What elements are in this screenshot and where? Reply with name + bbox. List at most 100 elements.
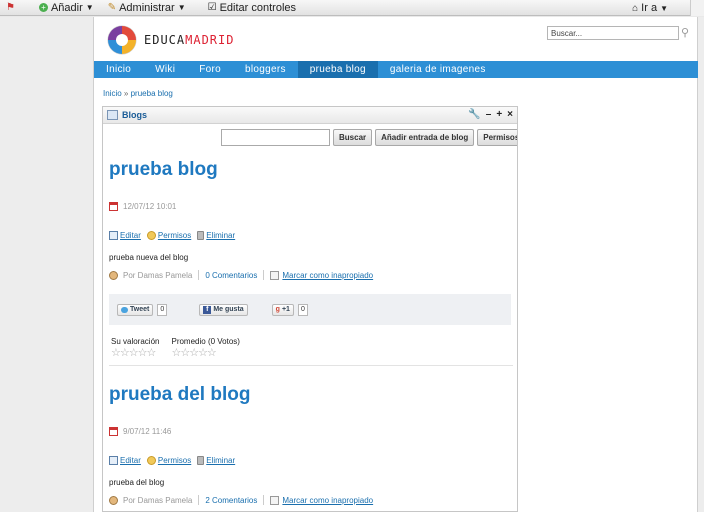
admin-menu[interactable]: ✎ Administrar ▼ — [108, 2, 186, 14]
search-icon[interactable]: ⚲ — [681, 27, 693, 39]
blogs-portlet: Blogs 🔧 – + × Buscar Añadir entrada de b… — [102, 106, 518, 512]
entry-body: prueba nueva del blog — [109, 253, 189, 262]
scrollbar-track[interactable] — [697, 17, 704, 512]
add-entry-button[interactable]: Añadir entrada de blog — [375, 129, 475, 146]
checkbox-icon: ☑ — [207, 2, 217, 13]
scrollbar[interactable] — [690, 0, 704, 16]
gplus-count: 0 — [297, 303, 308, 316]
home-icon: ⌂ — [632, 2, 639, 14]
goto-label: Ir a — [641, 2, 658, 14]
site-logo[interactable]: EDUCAMADRID — [106, 24, 234, 56]
blog-entry: prueba blog 12/07/12 10:01 Editar Permis… — [109, 159, 513, 366]
permissions-icon — [146, 231, 156, 240]
tweet-button[interactable]: Tweet — [117, 303, 154, 316]
your-rating-stars[interactable]: ☆☆☆☆☆ — [111, 348, 159, 359]
your-rating: Su valoración ☆☆☆☆☆ — [111, 337, 159, 359]
minimize-icon[interactable]: – — [486, 109, 492, 120]
pin-icon: ⚑ — [6, 2, 15, 13]
add-menu[interactable]: + Añadir ▼ — [38, 1, 94, 14]
close-icon[interactable]: × — [507, 109, 513, 120]
add-menu-label: Añadir — [50, 1, 83, 14]
main-nav: Inicio Wiki Foro bloggers prueba blog ga… — [94, 61, 698, 78]
edit-controls-toggle[interactable]: ☑ Editar controles — [208, 2, 296, 14]
facebook-icon: f — [203, 305, 212, 314]
permissions-icon — [146, 456, 156, 465]
average-rating-label: Promedio (0 Votos) — [171, 337, 240, 346]
site-search-input[interactable] — [547, 26, 679, 40]
google-plus-icon: g — [275, 306, 280, 313]
blog-search-input[interactable] — [221, 129, 330, 146]
pencil-icon: ✎ — [107, 2, 117, 13]
delete-link[interactable]: Eliminar — [197, 456, 235, 465]
edit-controls-label: Editar controles — [219, 1, 297, 14]
entry-meta: Por Damas Pamela 2 Comentarios Marcar co… — [109, 495, 373, 505]
page: EDUCAMADRID ⚲ Inicio Wiki Foro bloggers … — [93, 17, 698, 512]
permissions-link[interactable]: Permisos — [146, 231, 191, 240]
chevron-down-icon: ▼ — [177, 3, 186, 12]
portlet-icon — [107, 110, 118, 120]
portlet-titlebar: Blogs 🔧 – + × — [103, 107, 517, 124]
delete-link[interactable]: Eliminar — [197, 231, 235, 240]
logo-mark-icon — [107, 25, 137, 55]
gplus-button[interactable]: g +1 — [271, 303, 294, 316]
nav-item-inicio[interactable]: Inicio — [94, 61, 143, 78]
facebook-like-button[interactable]: f Me gusta — [199, 303, 248, 316]
breadcrumb-current[interactable]: prueba blog — [131, 89, 173, 98]
delete-label: Eliminar — [206, 456, 236, 465]
comments-link[interactable]: 2 Comentarios — [205, 496, 257, 505]
author-avatar-icon — [109, 495, 118, 505]
meta-divider — [198, 495, 200, 505]
share-bar: Tweet 0 f Me gusta g +1 0 — [109, 294, 511, 325]
plus-icon: + — [38, 3, 48, 12]
goto-menu[interactable]: ⌂ Ir a ▼ — [632, 0, 668, 16]
maximize-icon[interactable]: + — [496, 109, 502, 120]
dock-user[interactable]: ⚑ — [6, 2, 15, 13]
flag-icon — [270, 495, 280, 505]
portlet-controls: 🔧 – + × — [468, 109, 513, 120]
entry-date: 9/07/12 11:46 — [109, 427, 171, 436]
entry-meta: Por Damas Pamela 0 Comentarios Marcar co… — [109, 270, 373, 280]
edit-label: Editar — [120, 456, 141, 465]
entry-title[interactable]: prueba del blog — [109, 384, 513, 406]
entry-body: prueba del blog — [109, 478, 165, 487]
chevron-down-icon: ▼ — [85, 3, 94, 12]
entry-author: Por Damas Pamela — [123, 270, 193, 280]
delete-label: Eliminar — [206, 231, 236, 240]
search-button[interactable]: Buscar — [333, 129, 373, 146]
edit-link[interactable]: Editar — [109, 456, 141, 465]
entry-author: Por Damas Pamela — [123, 495, 193, 505]
tweet-count: 0 — [157, 303, 168, 316]
fb-label: Me gusta — [213, 306, 244, 313]
left-gutter — [0, 17, 93, 512]
comments-link[interactable]: 0 Comentarios — [205, 271, 257, 280]
permissions-link[interactable]: Permisos — [146, 456, 192, 465]
calendar-icon — [109, 202, 118, 211]
breadcrumb: Inicio » prueba blog — [103, 89, 173, 98]
permissions-label: Permisos — [157, 456, 192, 465]
gplus-label: +1 — [281, 306, 290, 313]
entry-date-text: 12/07/12 10:01 — [123, 202, 177, 211]
nav-item-foro[interactable]: Foro — [187, 61, 233, 78]
breadcrumb-home[interactable]: Inicio — [103, 89, 122, 98]
entry-title[interactable]: prueba blog — [109, 159, 513, 181]
edit-icon — [109, 231, 118, 240]
entry-actions: Editar Permisos Eliminar — [109, 456, 235, 465]
dockbar: ⚑ + Añadir ▼ ✎ Administrar ▼ ☑ Editar co… — [0, 0, 704, 16]
permissions-button[interactable]: Permisos — [477, 129, 517, 146]
average-rating-stars: ☆☆☆☆☆ — [171, 347, 216, 359]
nav-item-bloggers[interactable]: bloggers — [233, 61, 298, 78]
ratings: Su valoración ☆☆☆☆☆ Promedio (0 Votos) ☆… — [111, 337, 240, 359]
wrench-icon[interactable]: 🔧 — [468, 109, 480, 120]
nav-item-wiki[interactable]: Wiki — [143, 61, 187, 78]
flag-link[interactable]: Marcar como inapropiado — [282, 271, 373, 280]
flag-link[interactable]: Marcar como inapropiado — [282, 496, 373, 505]
nav-item-prueba-blog[interactable]: prueba blog — [297, 61, 378, 78]
breadcrumb-separator: » — [123, 89, 129, 98]
tweet-label: Tweet — [130, 306, 150, 313]
flag-icon — [270, 270, 280, 280]
edit-link[interactable]: Editar — [109, 231, 141, 240]
meta-divider — [263, 495, 265, 505]
nav-item-galeria[interactable]: galeria de imagenes — [378, 61, 498, 78]
twitter-icon — [121, 306, 128, 313]
admin-menu-label: Administrar — [119, 1, 175, 14]
